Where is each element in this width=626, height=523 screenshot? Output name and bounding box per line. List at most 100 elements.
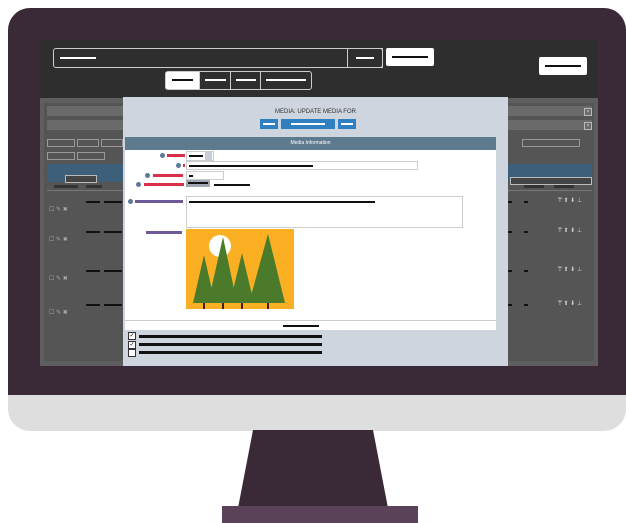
tab-1-label: [172, 79, 193, 81]
field-4-value: [188, 182, 208, 184]
section-header: Media Information: [125, 137, 496, 150]
modal-toolbar: [260, 119, 360, 129]
section-header-label: Media Information: [290, 140, 331, 146]
required-marker: [176, 163, 181, 168]
description-textarea[interactable]: [186, 196, 463, 228]
required-marker: [128, 199, 133, 204]
dropdown-bar: [356, 57, 374, 59]
tab-1[interactable]: [166, 72, 199, 89]
bg-r-col-2: [554, 185, 574, 188]
bg-row-text-1b: [104, 201, 122, 203]
bg-row-b: [77, 139, 99, 147]
tab-4[interactable]: [260, 72, 312, 89]
bg-r-header-1: [508, 106, 592, 116]
account-button-label: [545, 65, 581, 67]
checkbox-3-label: [139, 351, 322, 354]
bg-line-1: [47, 190, 124, 191]
field-1-input[interactable]: [186, 151, 214, 161]
bg-r-line: [508, 190, 592, 191]
modal-prev-button[interactable]: [260, 119, 278, 129]
image-caption: [283, 325, 319, 327]
description-value: [189, 201, 375, 203]
update-media-modal: MEDIA: UPDATE MEDIA FOR Media Informatio…: [123, 97, 508, 366]
field-label-3: [153, 174, 183, 177]
bg-r-cell-3b: [524, 270, 528, 272]
modal-next-button[interactable]: [338, 119, 356, 129]
checkbox-1[interactable]: ✓: [128, 332, 136, 340]
pine-trees-icon: [193, 234, 285, 309]
bg-row-text-4: [86, 304, 100, 306]
bg-r-col-1: [524, 185, 544, 188]
bg-r-cell-4: [508, 304, 512, 306]
bg-row-icons-2: ☐ ✎ ✖: [49, 237, 68, 243]
checkbox-list: ✓ ✓: [127, 331, 327, 361]
field-4-select[interactable]: [186, 180, 210, 187]
image-caption-band: [125, 320, 496, 330]
close-icon[interactable]: ×: [584, 108, 592, 116]
required-marker: [145, 173, 150, 178]
field-2-input[interactable]: [186, 161, 418, 170]
bg-r-actions-4: ₸ ⬆ ⬇ ⊥: [558, 301, 583, 307]
search-scope-dropdown[interactable]: [347, 48, 383, 68]
bg-row-text-1: [86, 201, 100, 203]
modal-title: MEDIA: UPDATE MEDIA FOR: [275, 109, 356, 115]
landscape-image-icon[interactable]: [186, 229, 294, 309]
background-panel-right: × × ₸ ⬆ ⬇ ⊥ ₸ ⬆ ⬇ ⊥ ₸ ⬆ ⬇ ⊥ ₸ ⬆ ⬇ ⊥: [508, 103, 594, 361]
bg-row-a: [47, 139, 75, 147]
search-input[interactable]: [53, 48, 383, 68]
bg-r-header-2: [508, 120, 592, 130]
checkbox-3[interactable]: [128, 349, 136, 357]
search-button[interactable]: [386, 48, 434, 66]
bg-row-text-4b: [104, 304, 122, 306]
search-button-label: [392, 56, 428, 58]
modal-save-label: [291, 123, 325, 125]
bg-row-icons-1: ☐ ✎ ✖: [49, 207, 68, 213]
bg-header-2: [47, 120, 124, 130]
field-3-value: [189, 175, 193, 177]
tab-2-label: [205, 79, 226, 81]
field-2-value: [189, 165, 313, 167]
checkbox-2-label: [139, 343, 322, 346]
bg-r-cell-4b: [524, 304, 528, 306]
tab-2[interactable]: [199, 72, 231, 89]
bg-row-text-3b: [104, 270, 122, 272]
account-button[interactable]: [539, 57, 587, 75]
monitor-stand-neck: [238, 430, 388, 508]
bg-row-d: [47, 152, 75, 160]
bg-r-actions-2: ₸ ⬆ ⬇ ⊥: [558, 228, 583, 234]
field-label-5: [135, 200, 183, 203]
field-label-6: [146, 231, 182, 234]
bg-header-1: [47, 106, 124, 116]
tab-3-label: [236, 79, 256, 81]
monitor-stand-base: [222, 506, 418, 523]
main-nav-tabs: [165, 71, 312, 90]
close-icon[interactable]: ×: [584, 122, 592, 130]
modal-prev-label: [263, 123, 275, 125]
field-1-swatch: [205, 152, 212, 160]
bg-row-text-2b: [104, 231, 122, 233]
field-4-extra: [214, 184, 250, 186]
bg-r-cell-3: [508, 270, 512, 272]
modal-save-button[interactable]: [281, 119, 335, 129]
bg-col-bar-2: [86, 185, 102, 188]
field-label-4: [144, 183, 184, 186]
bg-r-field: [522, 139, 580, 147]
checkbox-1-label: [139, 335, 322, 338]
bg-r-actions-3: ₸ ⬆ ⬇ ⊥: [558, 267, 583, 273]
checkbox-2[interactable]: ✓: [128, 341, 136, 349]
bg-row-icons-3: ☐ ✎ ✖: [49, 276, 68, 282]
bg-r-cell-2: [508, 231, 512, 233]
background-panel-left: ☐ ✎ ✖ ☐ ✎ ✖ ☐ ✎ ✖ ☐ ✎ ✖: [44, 103, 124, 361]
bg-row-text-3: [86, 270, 100, 272]
bg-row-c: [101, 139, 123, 147]
field-label-2: [183, 164, 185, 167]
bg-select: [65, 175, 97, 183]
modal-next-label: [341, 123, 353, 125]
bg-r-cell-1b: [524, 201, 528, 203]
field-3-input[interactable]: [186, 171, 224, 180]
search-placeholder-bar: [60, 57, 96, 59]
tab-3[interactable]: [230, 72, 261, 89]
bg-r-cell-1: [508, 201, 512, 203]
field-label-1: [167, 154, 185, 157]
required-marker: [136, 182, 141, 187]
